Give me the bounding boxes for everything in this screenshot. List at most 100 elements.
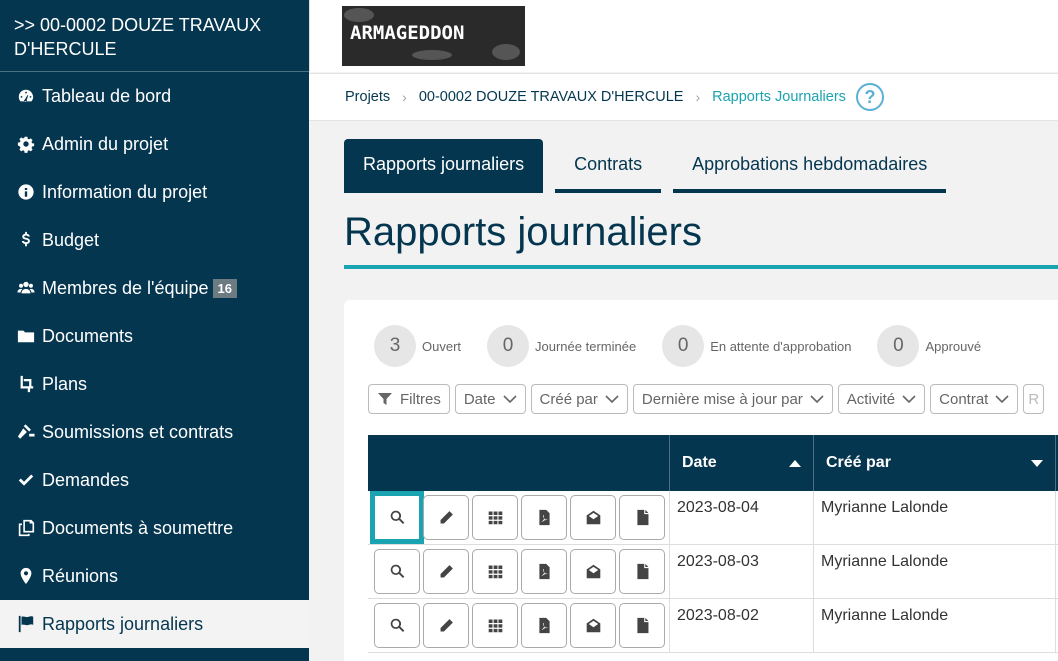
dollar-icon bbox=[16, 230, 36, 250]
sidebar-item-information[interactable]: Information du projet bbox=[0, 168, 309, 216]
breadcrumb-item-project[interactable]: 00-0002 DOUZE TRAVAUX D'HERCULE bbox=[419, 89, 684, 105]
counter-value: 0 bbox=[487, 325, 530, 367]
sidebar-item-demandes[interactable]: Demandes bbox=[0, 456, 309, 504]
sidebar-item-documents[interactable]: Documents bbox=[0, 312, 309, 360]
column-header-actions bbox=[368, 435, 670, 491]
logo-text: ARMAGEDDON bbox=[350, 22, 465, 44]
sidebar-item-label: Rapports journaliers bbox=[42, 613, 204, 634]
dashboard-icon bbox=[16, 86, 36, 106]
grid-icon bbox=[488, 511, 502, 525]
chevron-down-icon bbox=[605, 395, 619, 404]
sidebar-item-label: Documents bbox=[42, 325, 134, 346]
filters-button[interactable]: Filtres bbox=[368, 384, 450, 414]
sidebar-item-rapports-journaliers[interactable]: Rapports journaliers bbox=[0, 600, 309, 648]
breadcrumb: Projets › 00-0002 DOUZE TRAVAUX D'HERCUL… bbox=[309, 73, 1058, 121]
cell-date: 2023-08-04 bbox=[670, 491, 814, 544]
folder-icon bbox=[16, 326, 36, 346]
breadcrumb-item-current[interactable]: Rapports Journaliers bbox=[712, 89, 846, 105]
grid-icon bbox=[488, 565, 502, 579]
table-row: 2023-08-03 Myrianne Lalonde bbox=[368, 545, 1058, 599]
sidebar-item-admin[interactable]: Admin du projet bbox=[0, 120, 309, 168]
tab-rapports-journaliers[interactable]: Rapports journaliers bbox=[344, 139, 544, 193]
envelope-button[interactable] bbox=[570, 549, 616, 594]
table-row: 2023-08-04 Myrianne Lalonde bbox=[368, 491, 1058, 545]
chevron-right-icon: › bbox=[695, 89, 701, 105]
counter-approuve[interactable]: 0 Approuvé bbox=[877, 325, 981, 367]
grid-button[interactable] bbox=[472, 549, 518, 594]
filter-label: R bbox=[1028, 390, 1040, 408]
filter-date[interactable]: Date bbox=[454, 384, 526, 414]
tab-approbations-hebdomadaires[interactable]: Approbations hebdomadaires bbox=[673, 139, 947, 193]
sidebar-item-membres[interactable]: Membres de l'équipe 16 bbox=[0, 264, 309, 312]
document-button[interactable] bbox=[619, 549, 665, 594]
counter-journee-terminee[interactable]: 0 Journée terminée bbox=[487, 325, 636, 367]
file-icon bbox=[636, 509, 648, 526]
table-row: 2023-08-02 Myrianne Lalonde bbox=[368, 599, 1058, 653]
envelope-open-icon bbox=[586, 618, 600, 633]
sidebar-item-soumissions[interactable]: Soumissions et contrats bbox=[0, 408, 309, 456]
sidebar-item-tableau-de-bord[interactable]: Tableau de bord bbox=[0, 72, 309, 120]
filter-contrat[interactable]: Contrat bbox=[930, 384, 1019, 414]
edit-button[interactable] bbox=[423, 549, 469, 594]
sidebar: >> 00-0002 DOUZE TRAVAUX D'HERCULE Table… bbox=[0, 0, 309, 661]
copy-icon bbox=[16, 518, 36, 538]
pdf-button[interactable] bbox=[521, 549, 567, 594]
view-button[interactable] bbox=[374, 549, 420, 594]
envelope-open-icon bbox=[586, 564, 600, 579]
tab-contrats[interactable]: Contrats bbox=[555, 139, 662, 193]
chevron-down-icon bbox=[995, 395, 1009, 404]
title-underline bbox=[344, 265, 1058, 269]
sort-descending-icon bbox=[1031, 459, 1043, 467]
filter-truncated[interactable]: R bbox=[1023, 384, 1045, 414]
pencil-icon bbox=[439, 619, 453, 633]
envelope-button[interactable] bbox=[570, 603, 616, 648]
map-marker-icon bbox=[16, 566, 36, 586]
sidebar-item-documents-a-soumettre[interactable]: Documents à soumettre bbox=[0, 504, 309, 552]
sidebar-item-plans[interactable]: Plans bbox=[0, 360, 309, 408]
view-button[interactable] bbox=[374, 603, 420, 648]
counter-en-attente[interactable]: 0 En attente d'approbation bbox=[662, 325, 851, 367]
pdf-button[interactable] bbox=[521, 603, 567, 648]
project-title[interactable]: >> 00-0002 DOUZE TRAVAUX D'HERCULE bbox=[0, 0, 309, 72]
crop-icon bbox=[16, 374, 36, 394]
counter-value: 3 bbox=[374, 325, 416, 367]
edit-button[interactable] bbox=[423, 603, 469, 648]
help-icon[interactable]: ? bbox=[855, 83, 884, 111]
sidebar-item-budget[interactable]: Budget bbox=[0, 216, 309, 264]
envelope-button[interactable] bbox=[570, 495, 616, 540]
sidebar-item-label: Documents à soumettre bbox=[42, 517, 234, 538]
sidebar-item-reunions[interactable]: Réunions bbox=[0, 552, 309, 600]
filter-derniere-maj[interactable]: Dernière mise à jour par bbox=[632, 384, 833, 414]
sidebar-item-label: Admin du projet bbox=[42, 133, 169, 154]
counter-ouvert[interactable]: 3 Ouvert bbox=[374, 325, 461, 367]
top-bar: ARMAGEDDON bbox=[309, 0, 1058, 72]
filter-label: Activité bbox=[846, 390, 896, 408]
edit-button[interactable] bbox=[423, 495, 469, 540]
company-logo[interactable]: ARMAGEDDON bbox=[342, 6, 525, 66]
cell-date: 2023-08-02 bbox=[670, 599, 814, 652]
search-icon bbox=[390, 564, 404, 578]
cell-cree-par: Myrianne Lalonde bbox=[814, 545, 1056, 598]
chevron-down-icon bbox=[502, 395, 517, 404]
document-button[interactable] bbox=[619, 603, 665, 648]
column-header-date[interactable]: Date bbox=[670, 435, 814, 491]
view-button[interactable] bbox=[370, 491, 424, 544]
sidebar-item-label: Tableau de bord bbox=[42, 85, 172, 106]
grid-button[interactable] bbox=[472, 495, 518, 540]
table-header: Date Créé par bbox=[368, 435, 1058, 491]
column-header-cree-par[interactable]: Créé par bbox=[814, 435, 1056, 491]
pdf-button[interactable] bbox=[521, 495, 567, 540]
gavel-icon bbox=[16, 422, 36, 442]
filter-label: Créé par bbox=[539, 390, 598, 408]
breadcrumb-item-projets[interactable]: Projets bbox=[345, 89, 390, 105]
filter-cree-par[interactable]: Créé par bbox=[530, 384, 628, 414]
gear-icon bbox=[16, 134, 36, 154]
filter-activite[interactable]: Activité bbox=[837, 384, 926, 414]
logo-splatter bbox=[412, 50, 452, 60]
grid-button[interactable] bbox=[472, 603, 518, 648]
document-button[interactable] bbox=[619, 495, 665, 540]
grid-icon bbox=[488, 619, 502, 633]
counter-value: 0 bbox=[877, 325, 920, 367]
pencil-icon bbox=[439, 565, 453, 579]
row-actions bbox=[368, 491, 670, 544]
